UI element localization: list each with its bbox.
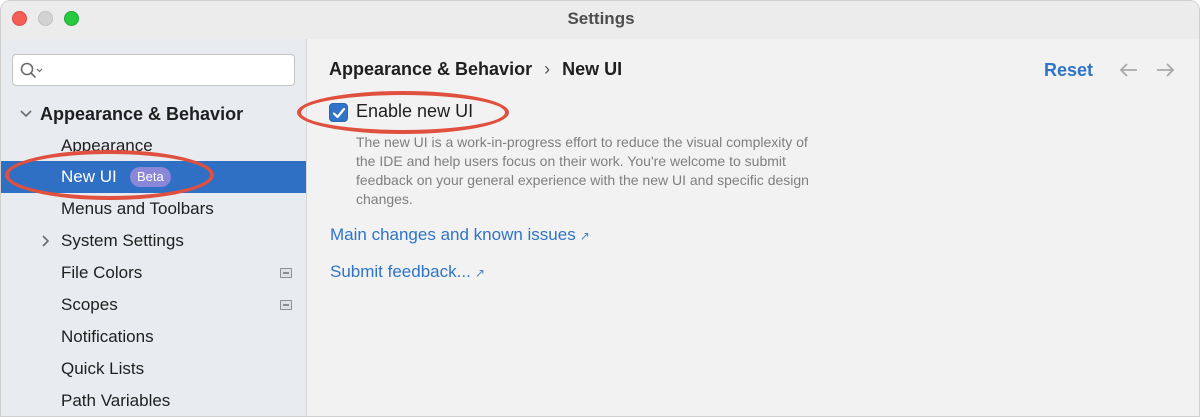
sidebar-item-label: Path Variables (61, 391, 171, 410)
search-icon (20, 62, 43, 78)
sidebar-item-quick-lists[interactable]: Quick Lists (1, 353, 306, 385)
chevron-right-icon[interactable] (39, 225, 53, 257)
title-bar: Settings (1, 1, 1199, 39)
sidebar-item-appearance[interactable]: Appearance (1, 130, 306, 162)
chevron-down-icon[interactable] (19, 98, 33, 130)
external-link-icon: ↗ (474, 266, 485, 280)
sidebar-item-label: Appearance (61, 136, 153, 155)
sidebar-item-label: File Colors (61, 263, 143, 282)
enable-new-ui-label[interactable]: Enable new UI (356, 101, 473, 122)
new-ui-description: The new UI is a work-in-progress effort … (356, 134, 809, 207)
sidebar-item-label: Menus and Toolbars (61, 199, 214, 218)
sidebar-item-notifications[interactable]: Notifications (1, 321, 306, 353)
sidebar-item-system-settings[interactable]: System Settings (1, 225, 306, 257)
forward-arrow-icon[interactable] (1154, 59, 1176, 81)
back-arrow-icon[interactable] (1118, 59, 1140, 81)
checkmark-icon (332, 107, 346, 119)
sidebar-group-label: Appearance & Behavior (40, 104, 244, 124)
settings-content-panel: Appearance & Behavior › New UI Reset Enabl… (308, 39, 1199, 416)
sidebar-group-appearance-behavior[interactable]: Appearance & Behavior (1, 98, 306, 130)
sidebar-item-file-colors[interactable]: File Colors (1, 257, 306, 289)
sidebar-item-scopes[interactable]: Scopes (1, 289, 306, 321)
breadcrumb-parent[interactable]: Appearance & Behavior (329, 59, 532, 79)
sidebar-item-label: Scopes (61, 295, 118, 314)
beta-badge: Beta (130, 167, 171, 187)
sidebar-item-label: System Settings (61, 231, 184, 250)
submit-feedback-link[interactable]: Submit feedback... ↗ (330, 262, 485, 282)
breadcrumb-separator: › (544, 59, 551, 79)
sidebar-item-path-variables[interactable]: Path Variables (1, 385, 306, 416)
breadcrumb-current: New UI (562, 59, 623, 79)
submit-feedback-link-text[interactable]: Submit feedback... (330, 262, 471, 281)
sidebar-item-new-ui[interactable]: New UI Beta (1, 161, 306, 193)
search-input[interactable] (12, 54, 295, 86)
main-changes-link-text[interactable]: Main changes and known issues (330, 225, 576, 244)
project-level-icon (280, 300, 292, 310)
sidebar-item-menus-toolbars[interactable]: Menus and Toolbars (1, 193, 306, 225)
main-changes-link[interactable]: Main changes and known issues ↗ (330, 225, 590, 245)
external-link-icon: ↗ (579, 229, 590, 243)
sidebar-item-label: New UI (61, 167, 117, 186)
reset-button[interactable]: Reset (1044, 60, 1093, 81)
sidebar-item-label: Quick Lists (61, 359, 145, 378)
settings-sidebar: Appearance & Behavior Appearance New UI … (1, 39, 307, 416)
enable-new-ui-checkbox[interactable] (329, 103, 348, 122)
breadcrumb: Appearance & Behavior › New UI (329, 59, 622, 80)
sidebar-item-label: Notifications (61, 327, 154, 346)
settings-window: Settings Appearance & Behavior Appearanc… (0, 0, 1200, 417)
project-level-icon (280, 268, 292, 278)
window-title: Settings (567, 9, 635, 28)
